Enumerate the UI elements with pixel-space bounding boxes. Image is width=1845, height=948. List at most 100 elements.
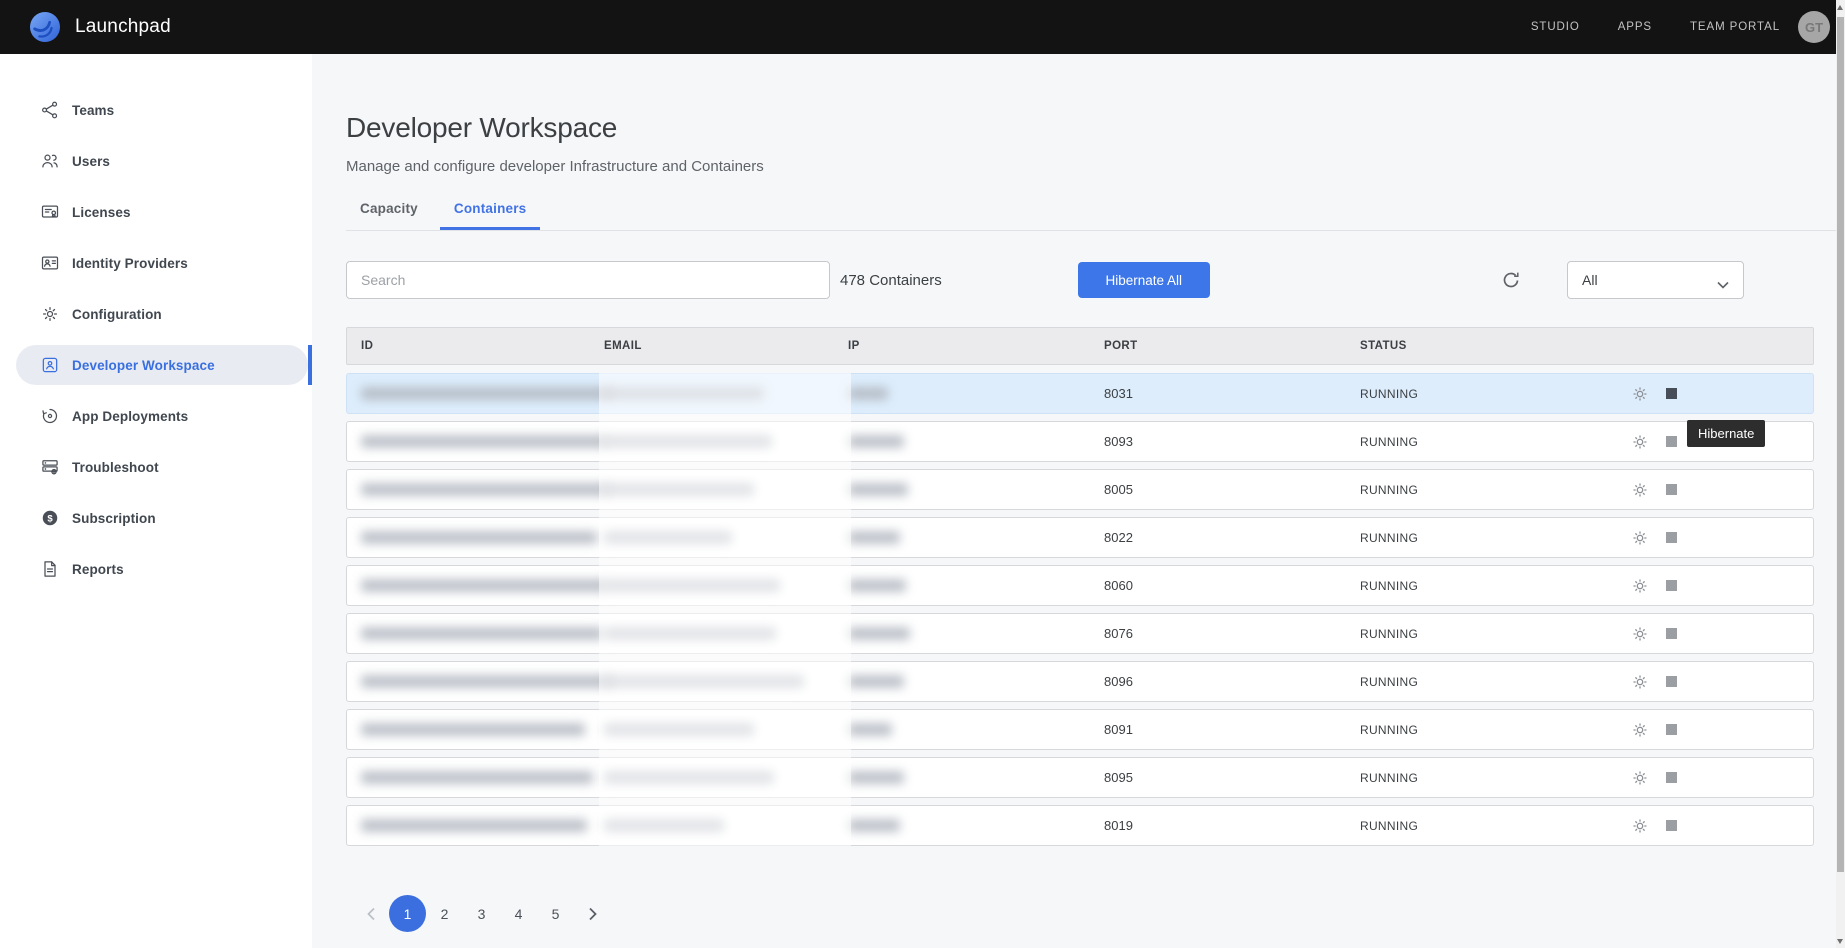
nav-apps[interactable]: APPS	[1618, 21, 1652, 33]
column-header-status: STATUS	[1360, 340, 1625, 352]
cell-id	[361, 819, 604, 832]
sidebar-item-reports[interactable]: Reports	[16, 549, 308, 589]
refresh-icon[interactable]	[1501, 270, 1521, 290]
sidebar-item-label: Identity Providers	[72, 256, 188, 271]
hibernate-stop-icon[interactable]	[1666, 436, 1677, 447]
cell-status: RUNNING	[1360, 675, 1625, 689]
row-settings-gear-icon[interactable]	[1631, 625, 1649, 643]
developer-workspace-icon	[40, 355, 60, 375]
cell-id	[361, 483, 604, 496]
cell-ip	[848, 579, 1104, 592]
tabs: CapacityContainers	[346, 195, 1840, 231]
hibernate-stop-icon[interactable]	[1666, 388, 1677, 399]
sidebar-item-licenses[interactable]: Licenses	[16, 192, 308, 232]
vertical-scrollbar[interactable]	[1836, 0, 1845, 948]
table-row[interactable]: 8031 RUNNING	[346, 373, 1814, 414]
table-row[interactable]: 8095 RUNNING	[346, 757, 1814, 798]
chevron-left-icon[interactable]	[352, 895, 389, 932]
cell-ip	[848, 723, 1104, 736]
sidebar-item-identity-providers[interactable]: Identity Providers	[16, 243, 308, 283]
redacted-ip	[848, 627, 910, 640]
scrollbar-thumb[interactable]	[1837, 17, 1844, 872]
hibernate-stop-icon[interactable]	[1666, 580, 1677, 591]
hibernate-stop-icon[interactable]	[1666, 628, 1677, 639]
cell-id	[361, 579, 604, 592]
row-settings-gear-icon[interactable]	[1631, 577, 1649, 595]
hibernate-stop-icon[interactable]	[1666, 532, 1677, 543]
cell-port: 8060	[1104, 578, 1360, 593]
hibernate-stop-icon[interactable]	[1666, 772, 1677, 783]
page-4[interactable]: 4	[500, 895, 537, 932]
tab-capacity[interactable]: Capacity	[346, 195, 432, 230]
table-row[interactable]: 8022 RUNNING	[346, 517, 1814, 558]
cell-id	[361, 627, 604, 640]
cell-port: 8022	[1104, 530, 1360, 545]
row-settings-gear-icon[interactable]	[1631, 481, 1649, 499]
cell-ip	[848, 435, 1104, 448]
table-row[interactable]: 8060 RUNNING	[346, 565, 1814, 606]
cell-port: 8096	[1104, 674, 1360, 689]
hibernate-stop-icon[interactable]	[1666, 724, 1677, 735]
sidebar-item-configuration[interactable]: Configuration	[16, 294, 308, 334]
table-row[interactable]: 8076 RUNNING	[346, 613, 1814, 654]
redacted-email	[604, 723, 754, 736]
hibernate-stop-icon[interactable]	[1666, 676, 1677, 687]
tab-containers[interactable]: Containers	[440, 195, 541, 230]
sidebar-item-subscription[interactable]: $ Subscription	[16, 498, 308, 538]
avatar[interactable]: GT	[1798, 11, 1830, 43]
redacted-id	[361, 483, 611, 496]
troubleshoot-icon	[40, 457, 60, 477]
redacted-ip	[848, 435, 904, 448]
users-icon	[40, 151, 60, 171]
containers-table: IDEMAILIPPORTSTATUS 8031 RUNNING 8093 RU…	[346, 327, 1814, 846]
cell-status: RUNNING	[1360, 531, 1625, 545]
sidebar-item-label: Reports	[72, 562, 124, 577]
page-2[interactable]: 2	[426, 895, 463, 932]
search-input[interactable]	[346, 261, 830, 299]
page-3[interactable]: 3	[463, 895, 500, 932]
toolbar: 478 Containers Hibernate All All	[346, 261, 1814, 299]
redacted-ip	[848, 387, 888, 400]
redacted-id	[361, 771, 593, 784]
redacted-email	[604, 579, 780, 592]
cell-email	[604, 387, 848, 400]
redacted-id	[361, 435, 609, 448]
sidebar-item-developer-workspace[interactable]: Developer Workspace	[16, 345, 308, 385]
row-settings-gear-icon[interactable]	[1631, 721, 1649, 739]
cell-id	[361, 723, 604, 736]
scrollbar-down-arrow-icon[interactable]	[1837, 939, 1843, 944]
sidebar-item-app-deployments[interactable]: App Deployments	[16, 396, 308, 436]
cell-email	[604, 723, 848, 736]
cell-email	[604, 579, 848, 592]
sidebar-item-teams[interactable]: Teams	[16, 90, 308, 130]
hibernate-all-button[interactable]: Hibernate All	[1078, 262, 1210, 298]
page-5[interactable]: 5	[537, 895, 574, 932]
page-1[interactable]: 1	[389, 895, 426, 932]
row-settings-gear-icon[interactable]	[1631, 529, 1649, 547]
cell-ip	[848, 675, 1104, 688]
sidebar-item-users[interactable]: Users	[16, 141, 308, 181]
nav-team-portal[interactable]: TEAM PORTAL	[1690, 21, 1780, 33]
table-row[interactable]: 8091 RUNNING	[346, 709, 1814, 750]
redacted-ip	[848, 771, 904, 784]
table-row[interactable]: 8019 RUNNING	[346, 805, 1814, 846]
page-subtitle: Manage and configure developer Infrastru…	[346, 158, 1814, 175]
hibernate-stop-icon[interactable]	[1666, 820, 1677, 831]
row-settings-gear-icon[interactable]	[1631, 817, 1649, 835]
row-settings-gear-icon[interactable]	[1631, 769, 1649, 787]
row-settings-gear-icon[interactable]	[1631, 433, 1649, 451]
table-row[interactable]: 8005 RUNNING	[346, 469, 1814, 510]
hibernate-stop-icon[interactable]	[1666, 484, 1677, 495]
sidebar-item-label: Troubleshoot	[72, 460, 159, 475]
row-settings-gear-icon[interactable]	[1631, 385, 1649, 403]
redacted-email	[604, 819, 724, 832]
scrollbar-up-arrow-icon[interactable]	[1837, 5, 1843, 10]
row-settings-gear-icon[interactable]	[1631, 673, 1649, 691]
chevron-right-icon[interactable]	[574, 895, 611, 932]
filter-dropdown[interactable]: All	[1567, 261, 1744, 299]
sidebar-item-troubleshoot[interactable]: Troubleshoot	[16, 447, 308, 487]
cell-ip	[848, 483, 1104, 496]
table-row[interactable]: 8093 RUNNING	[346, 421, 1814, 462]
nav-studio[interactable]: STUDIO	[1531, 21, 1580, 33]
table-row[interactable]: 8096 RUNNING	[346, 661, 1814, 702]
